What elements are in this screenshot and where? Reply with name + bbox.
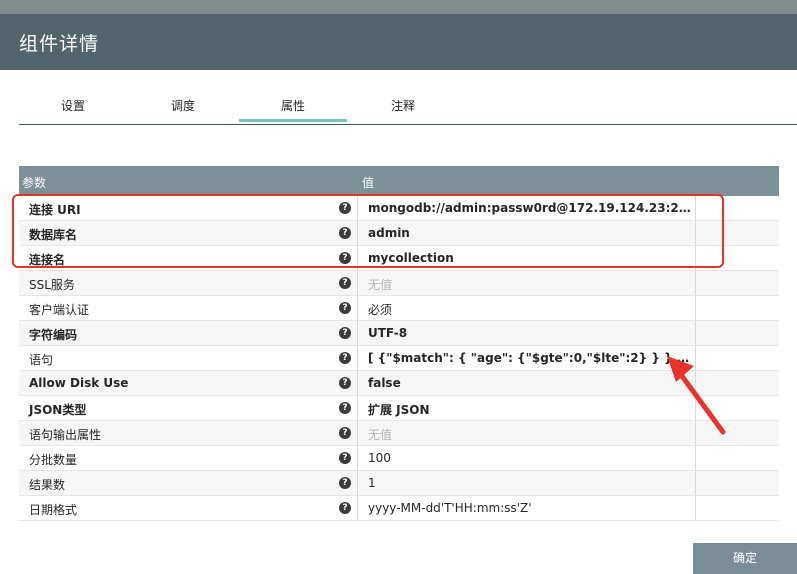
column-divider [357,371,358,395]
property-value[interactable]: 100 [368,451,693,465]
column-divider [695,321,696,345]
column-divider [357,221,358,245]
table-row[interactable]: JSON类型? 扩展 JSON [19,396,779,421]
property-value[interactable]: 无值 [368,426,693,443]
tab-comments[interactable]: 注释 [349,94,457,122]
property-value[interactable]: 扩展 JSON [368,401,693,418]
table-row[interactable]: 连接 URI? mongodb://admin:passw0rd@172.19.1… [19,196,779,221]
property-name: SSL服务 [29,278,75,292]
column-divider [695,296,696,320]
dialog-title: 组件详情 [19,33,100,55]
column-divider [357,396,358,420]
property-value[interactable]: UTF-8 [368,326,693,340]
help-circle-icon[interactable]: ? [339,327,351,339]
property-name: 字符编码 [29,328,78,342]
table-row[interactable]: 语句? [ {"$match": { "age": {"$gte":0,"$lte… [19,346,779,371]
table-row[interactable]: 结果数? 1 [19,471,779,496]
property-value[interactable]: 必须 [368,301,693,318]
property-value[interactable]: mongodb://admin:passw0rd@172.19.124.23:2… [368,201,693,215]
column-divider [695,496,696,520]
property-name: 分批数量 [29,453,78,467]
table-row[interactable]: 日期格式? yyyy-MM-dd'T'HH:mm:ss'Z' [19,496,779,521]
tab-settings[interactable]: 设置 [19,94,127,122]
help-circle-icon[interactable]: ? [339,252,351,264]
tab-scheduling[interactable]: 调度 [129,94,237,122]
column-divider [357,346,358,370]
column-divider [357,246,358,270]
help-circle-icon[interactable]: ? [339,202,351,214]
help-circle-icon[interactable]: ? [339,377,351,389]
property-value[interactable]: 1 [368,476,693,490]
grid-header: 参数 值 [19,166,779,196]
column-divider [695,371,696,395]
property-name: 数据库名 [29,228,78,242]
property-name: 连接名 [29,253,66,267]
property-name: 客户端认证 [29,303,90,317]
help-circle-icon[interactable]: ? [339,302,351,314]
table-row[interactable]: 数据库名? admin [19,221,779,246]
property-value[interactable]: false [368,376,693,390]
property-value[interactable]: mycollection [368,251,693,265]
tab-properties[interactable]: 属性 [239,94,347,122]
table-row[interactable]: Allow Disk Use? false [19,371,779,396]
table-row[interactable]: 语句输出属性? 无值 [19,421,779,446]
table-row[interactable]: 分批数量? 100 [19,446,779,471]
column-divider [357,471,358,495]
help-circle-icon[interactable]: ? [339,352,351,364]
property-name: 语句 [29,353,54,367]
table-row[interactable]: 客户端认证? 必须 [19,296,779,321]
column-divider [695,471,696,495]
column-divider [357,421,358,445]
column-divider [357,446,358,470]
help-circle-icon[interactable]: ? [339,502,351,514]
property-name: 结果数 [29,478,66,492]
help-circle-icon[interactable]: ? [339,477,351,489]
property-name: 日期格式 [29,503,78,517]
help-circle-icon[interactable]: ? [339,452,351,464]
property-name: 语句输出属性 [29,428,102,442]
table-row[interactable]: 连接名? mycollection [19,246,779,271]
grid-rows: 连接 URI? mongodb://admin:passw0rd@172.19.1… [19,196,779,521]
property-name: 连接 URI [29,203,81,217]
column-divider [695,346,696,370]
tab-bar: 设置 调度 属性 注释 [19,94,797,125]
column-divider [695,271,696,295]
column-divider [357,321,358,345]
table-row[interactable]: SSL服务? 无值 [19,271,779,296]
column-divider [695,446,696,470]
property-grid: 参数 值 连接 URI? mongodb://admin:passw0rd@172… [19,166,779,521]
column-header-param: 参数 [22,176,47,190]
column-divider [357,271,358,295]
top-strip [0,0,797,14]
column-divider [357,296,358,320]
property-value[interactable]: [ {"$match": { "age": {"$gte":0,"$lte":2… [368,351,693,365]
help-circle-icon[interactable]: ? [339,427,351,439]
column-divider [695,396,696,420]
column-divider [695,196,696,220]
column-divider [357,496,358,520]
column-divider [695,246,696,270]
help-circle-icon[interactable]: ? [339,402,351,414]
property-value[interactable]: yyyy-MM-dd'T'HH:mm:ss'Z' [368,501,693,515]
dialog-header: 组件详情 [0,14,797,70]
help-circle-icon[interactable]: ? [339,227,351,239]
property-name: JSON类型 [29,403,87,417]
help-circle-icon[interactable]: ? [339,277,351,289]
column-divider [695,421,696,445]
property-value[interactable]: admin [368,226,693,240]
property-name: Allow Disk Use [29,376,129,390]
column-divider [695,221,696,245]
column-divider [357,196,358,220]
property-value[interactable]: 无值 [368,276,693,293]
column-header-value: 值 [362,176,375,190]
ok-button[interactable]: 确定 [693,543,797,574]
table-row[interactable]: 字符编码? UTF-8 [19,321,779,346]
